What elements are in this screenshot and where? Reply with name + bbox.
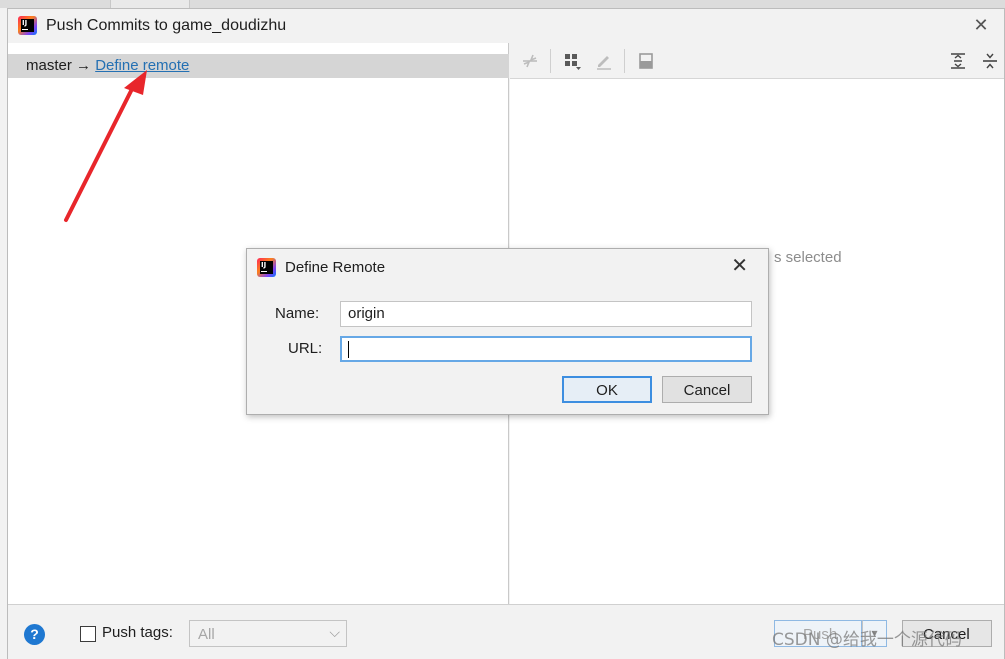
tags-select-value: All xyxy=(198,626,215,643)
preview-icon[interactable] xyxy=(636,51,656,71)
close-icon[interactable]: ✕ xyxy=(970,14,992,36)
dialog-cancel-button[interactable]: Cancel xyxy=(662,376,752,403)
ok-button-label: OK xyxy=(596,382,618,399)
name-label: Name: xyxy=(275,305,320,322)
url-input[interactable] xyxy=(340,336,752,362)
branch-row[interactable]: master → Define remote xyxy=(8,54,509,78)
name-input[interactable]: origin xyxy=(340,301,752,327)
local-branch-label: master xyxy=(26,57,72,74)
text-caret xyxy=(348,341,349,358)
tags-select[interactable]: All ⌵ xyxy=(189,620,347,647)
expand-all-icon[interactable] xyxy=(948,51,968,71)
details-toolbar xyxy=(510,43,1004,79)
define-remote-link[interactable]: Define remote xyxy=(95,57,189,74)
csdn-watermark: CSDN @给我一个源代码 xyxy=(772,630,962,650)
toolbar-separator xyxy=(550,49,551,73)
branch-arrow: → xyxy=(76,57,92,74)
collapse-all-icon[interactable] xyxy=(980,51,1000,71)
toolbar-separator xyxy=(624,49,625,73)
intellij-logo-icon: IJ xyxy=(18,16,37,35)
dialog-cancel-button-label: Cancel xyxy=(683,382,731,399)
push-tags-checkbox[interactable] xyxy=(80,626,96,642)
window-title: Push Commits to game_doudizhu xyxy=(46,17,287,34)
url-label: URL: xyxy=(288,340,323,357)
collapse-icon[interactable] xyxy=(520,51,540,71)
help-icon[interactable]: ? xyxy=(24,624,45,645)
push-tags-label: Push tags: xyxy=(102,624,173,641)
close-icon[interactable]: ✕ xyxy=(731,256,748,276)
chevron-down-icon: ⌵ xyxy=(329,624,340,640)
name-input-value: origin xyxy=(348,305,385,322)
intellij-logo-icon: IJ xyxy=(257,258,276,277)
no-commits-selected-text: s selected xyxy=(774,249,842,266)
background-editor-tab xyxy=(110,0,190,8)
window-titlebar: IJ Push Commits to game_doudizhu ✕ xyxy=(8,9,1004,43)
edit-icon[interactable] xyxy=(594,51,614,71)
define-remote-dialog: IJ Define Remote ✕ Name: origin URL: OK … xyxy=(246,248,769,415)
ok-button[interactable]: OK xyxy=(562,376,652,403)
dialog-title: Define Remote xyxy=(285,259,386,276)
group-by-icon[interactable] xyxy=(562,51,582,71)
